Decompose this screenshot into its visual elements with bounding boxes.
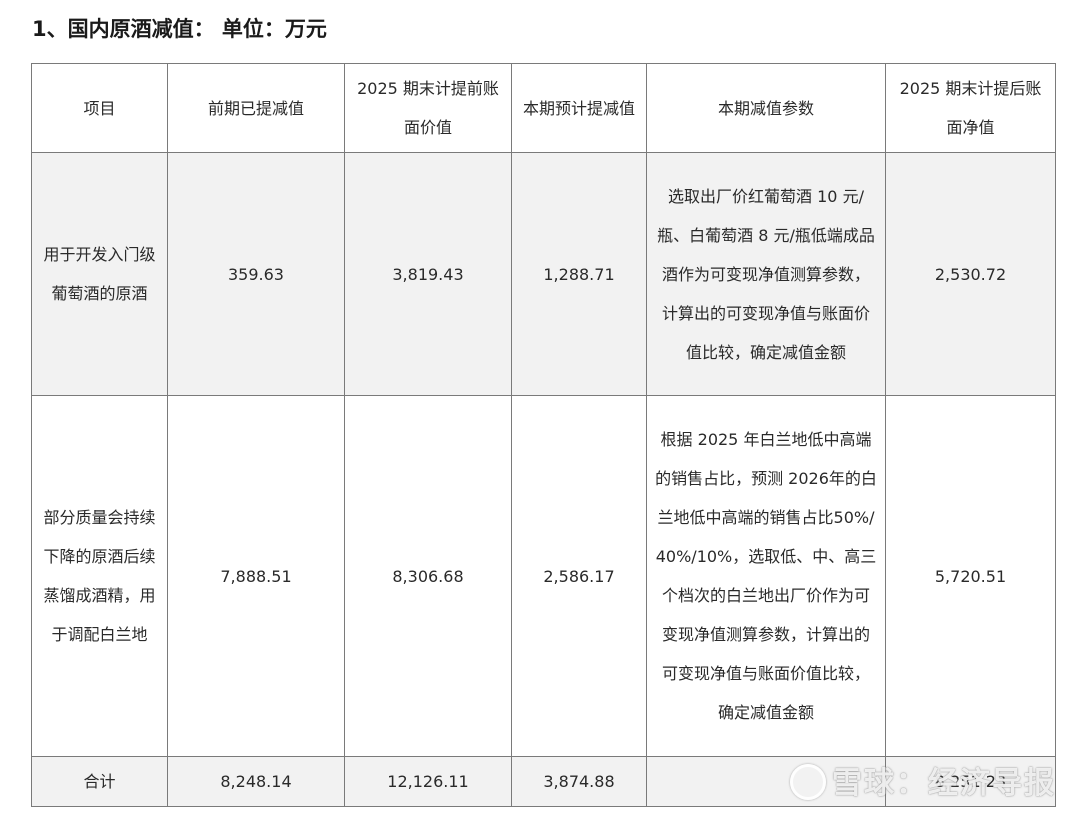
total-prior-impairment: 8,248.14 xyxy=(167,756,345,807)
cell-prior-impairment: 7,888.51 xyxy=(167,395,345,757)
total-net-value-after: 8,251.23 xyxy=(885,756,1056,807)
cell-parameters: 根据 2025 年白兰地低中高端的销售占比，预测 2026年的白兰地低中高端的销… xyxy=(646,395,886,757)
total-label: 合计 xyxy=(31,756,168,807)
cell-book-value-before: 3,819.43 xyxy=(344,152,512,396)
header-net-value-after: 2025 期末计提后账面净值 xyxy=(885,63,1056,153)
header-item: 项目 xyxy=(31,63,168,153)
table-row: 用于开发入门级葡萄酒的原酒 359.63 3,819.43 1,288.71 选… xyxy=(31,152,1056,396)
total-parameters xyxy=(646,756,886,807)
cell-item: 用于开发入门级葡萄酒的原酒 xyxy=(31,152,168,396)
cell-item: 部分质量会持续下降的原酒后续蒸馏成酒精，用于调配白兰地 xyxy=(31,395,168,757)
cell-prior-impairment: 359.63 xyxy=(167,152,345,396)
cell-net-value-after: 2,530.72 xyxy=(885,152,1056,396)
cell-net-value-after: 5,720.51 xyxy=(885,395,1056,757)
table-row: 部分质量会持续下降的原酒后续蒸馏成酒精，用于调配白兰地 7,888.51 8,3… xyxy=(31,395,1056,757)
cell-current-impairment: 1,288.71 xyxy=(511,152,647,396)
header-book-value-before: 2025 期末计提前账面价值 xyxy=(344,63,512,153)
header-parameters: 本期减值参数 xyxy=(646,63,886,153)
impairment-table: 项目 前期已提减值 2025 期末计提前账面价值 本期预计提减值 本期减值参数 … xyxy=(31,63,1056,807)
header-prior-impairment: 前期已提减值 xyxy=(167,63,345,153)
table-header-row: 项目 前期已提减值 2025 期末计提前账面价值 本期预计提减值 本期减值参数 … xyxy=(31,63,1056,153)
table-total-row: 合计 8,248.14 12,126.11 3,874.88 8,251.23 xyxy=(31,756,1056,807)
total-current-impairment: 3,874.88 xyxy=(511,756,647,807)
total-book-value-before: 12,126.11 xyxy=(344,756,512,807)
cell-book-value-before: 8,306.68 xyxy=(344,395,512,757)
section-heading: 1、国内原酒减值： 单位：万元 xyxy=(32,17,327,41)
cell-current-impairment: 2,586.17 xyxy=(511,395,647,757)
cell-parameters: 选取出厂价红葡萄酒 10 元/瓶、白葡萄酒 8 元/瓶低端成品酒作为可变现净值测… xyxy=(646,152,886,396)
header-current-impairment: 本期预计提减值 xyxy=(511,63,647,153)
